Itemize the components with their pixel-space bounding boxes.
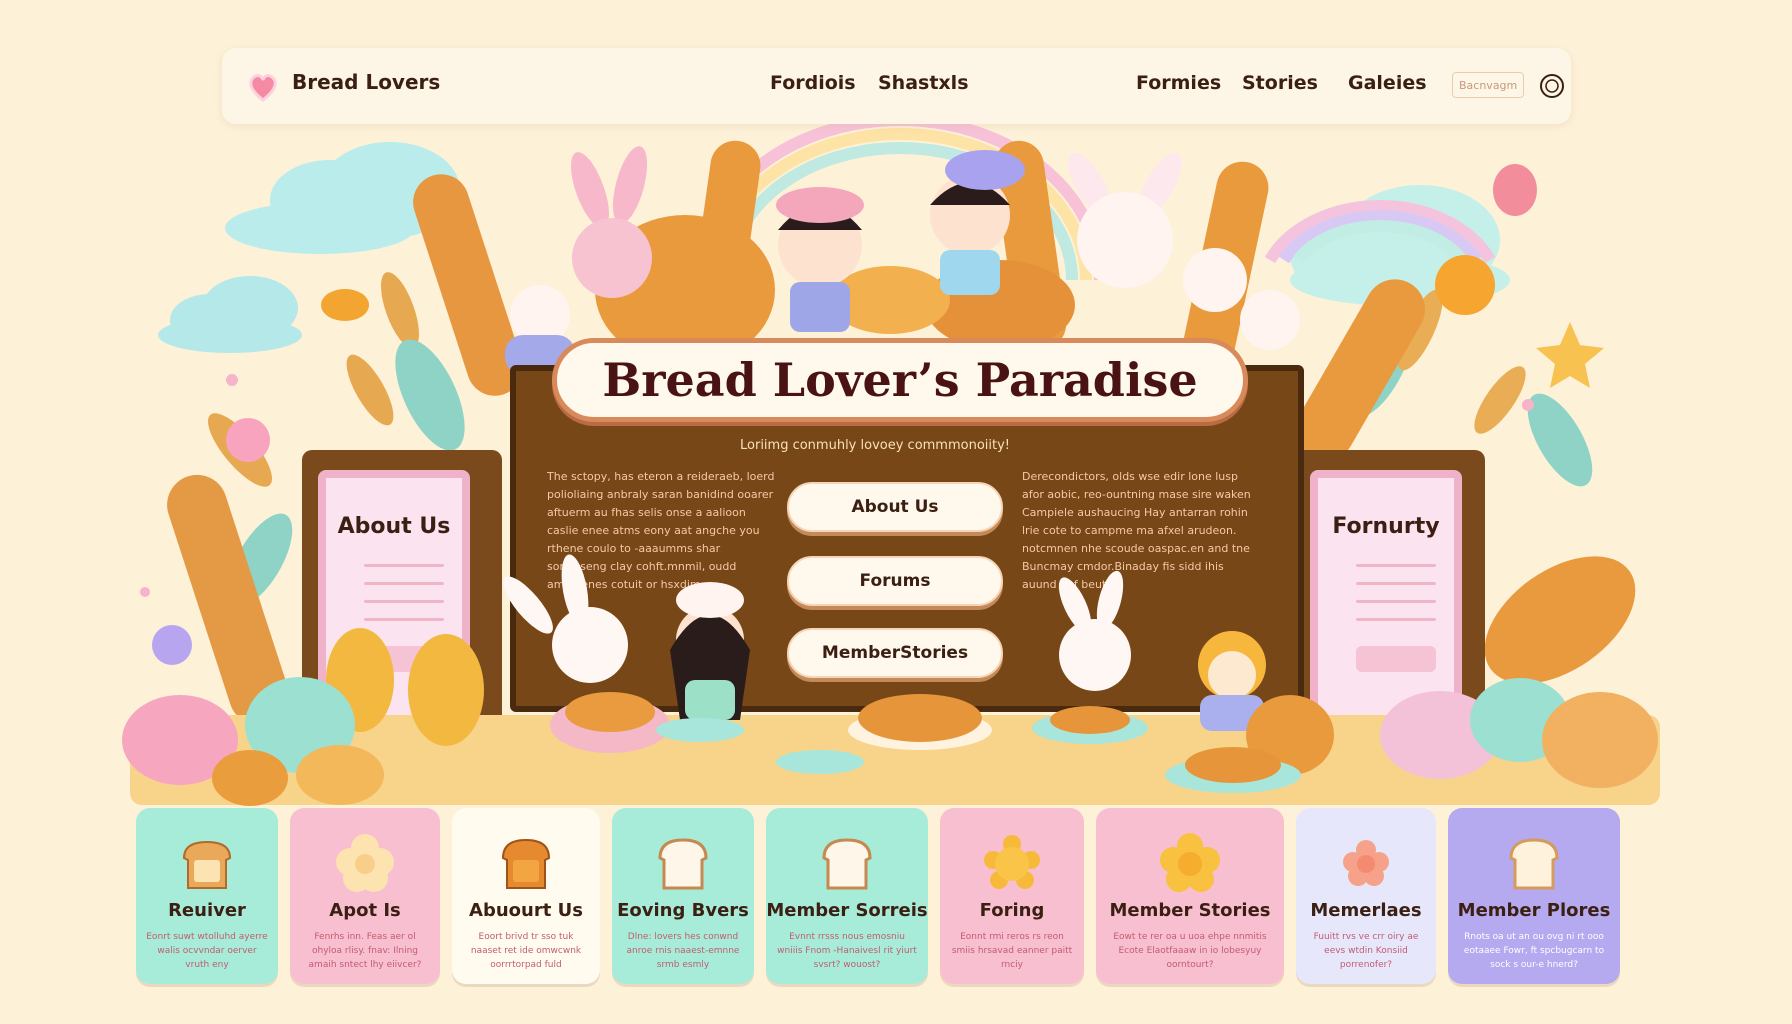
card-title: Apot Is [329, 900, 401, 921]
panel-community-button[interactable] [1356, 646, 1436, 672]
brand-name[interactable]: Bread Lovers [292, 70, 440, 94]
cookie-flower-icon [1160, 833, 1220, 892]
feature-card-memerlaes[interactable]: Memerlaes Fuuitt rvs ve crr oiry ae eevs… [1296, 808, 1436, 984]
nav-link-stories[interactable]: Stories [1242, 72, 1318, 94]
panel-about-us-title: About Us [337, 514, 451, 539]
bunny-top-left [571, 146, 652, 298]
card-title: Foring [979, 900, 1045, 921]
card-text: Evnnt rrsss nous emosniu wniiis Fnom -Ha… [777, 932, 917, 970]
panel-line [364, 582, 444, 585]
nav-link-formies[interactable]: Formies [1136, 72, 1221, 94]
sun-bun-right [1435, 255, 1495, 315]
star-right [1536, 322, 1604, 388]
top-nav: Bread Lovers Fordiois Shastxls Formies S… [222, 48, 1571, 124]
card-text: Eoort brivd tr sso tuk naaset ret ide om… [470, 932, 582, 970]
search-input[interactable] [1452, 72, 1524, 98]
card-title: Member Stories [1109, 900, 1271, 921]
cloud-left-small [158, 276, 302, 353]
hero-left-text: The sctopy, has eteron a reideraeb, loer… [547, 470, 775, 591]
forums-button[interactable]: Forums [787, 556, 1003, 606]
panel-line [1356, 618, 1436, 621]
card-text: Eowt te rer oa u uoa ehpe nnmitis Ecote … [1113, 932, 1267, 970]
panel-about-us: About Us [318, 470, 470, 740]
nav-link-shastxls[interactable]: Shastxls [878, 72, 969, 94]
panel-line [364, 564, 444, 567]
hero-right-text: Derecondictors, olds wse edir lone lusp … [1022, 470, 1251, 591]
card-title: Member Plores [1457, 900, 1611, 921]
feature-card-reuiver[interactable]: Reuiver Eonrt suwt wtolluhd ayerre walis… [136, 808, 278, 984]
heart-logo-icon[interactable] [246, 70, 280, 104]
toast-icon [182, 840, 232, 889]
card-text: Dlne: lovers hes conwnd anroe rnis naaes… [626, 932, 740, 970]
card-title: Member Sorreis [766, 900, 928, 921]
panel-line [364, 618, 444, 621]
panel-community: Fornurty [1310, 470, 1462, 740]
panel-line [364, 600, 444, 603]
feature-card-member-plores[interactable]: Member Plores Rnots oa ut an ou ovg ni r… [1448, 808, 1620, 984]
panel-line [1356, 564, 1436, 567]
feature-card-member-stories[interactable]: Member Stories Eowt te rer oa u uoa ehpe… [1096, 808, 1284, 984]
feature-card-abuourt-us[interactable]: Abuourt Us Eoort brivd tr sso tuk naaset… [452, 808, 600, 984]
feature-card-foring[interactable]: Foring Eonnt rmi reros rs reon smiis hrs… [940, 808, 1084, 984]
card-text: Eonrt suwt wtolluhd ayerre walis ocvvnda… [146, 932, 268, 970]
bread-slice-icon [822, 838, 872, 890]
card-text: Fuuitt rvs ve crr oiry ae eevs wtdin Kon… [1313, 932, 1419, 970]
fish-left [321, 289, 369, 321]
sun-bun-icon [984, 835, 1040, 889]
flower-icon [1343, 840, 1389, 886]
feature-card-apot-is[interactable]: Apot Is Fenrhs inn. Feas aer ol ohyloa r… [290, 808, 440, 984]
cookie-flower-icon [336, 834, 394, 892]
user-account-icon[interactable] [1538, 72, 1566, 100]
panel-line [1356, 600, 1436, 603]
panel-line [1356, 582, 1436, 585]
hero-tagline: Loriimg conmuhly lovoey commmonoiity! [740, 438, 1011, 453]
bread-slice-icon [658, 838, 708, 890]
feature-card-member-sorreis[interactable]: Member Sorreis Evnnt rrsss nous emosniu … [766, 808, 928, 984]
feature-card-eoving-bvers[interactable]: Eoving Bvers Dlne: lovers hes conwnd anr… [612, 808, 754, 984]
toast-icon [501, 838, 551, 889]
card-text: Rnots oa ut an ou ovg ni rt ooo eotaaee … [1463, 932, 1605, 970]
card-title: Memerlaes [1310, 900, 1422, 921]
member-stories-button[interactable]: MemberStories [787, 628, 1003, 678]
card-text: Eonnt rmi reros rs reon smiis hrsavad ea… [951, 932, 1073, 970]
card-title: Eoving Bvers [617, 900, 749, 921]
bread-slice-icon [1509, 838, 1559, 890]
nav-link-fordiois[interactable]: Fordiois [770, 72, 856, 94]
panel-about-us-button[interactable] [364, 646, 444, 672]
about-us-button[interactable]: About Us [787, 482, 1003, 532]
fish-right [1493, 164, 1537, 216]
card-title: Reuiver [168, 900, 246, 921]
card-text: Fenrhs inn. Feas aer ol ohyloa rlisy. fn… [308, 932, 422, 970]
panel-community-title: Fornurty [1332, 514, 1440, 539]
nav-link-galeies[interactable]: Galeies [1348, 72, 1427, 94]
card-title: Abuourt Us [469, 900, 583, 921]
hero-title: Bread Lover’s Paradise [552, 338, 1248, 422]
